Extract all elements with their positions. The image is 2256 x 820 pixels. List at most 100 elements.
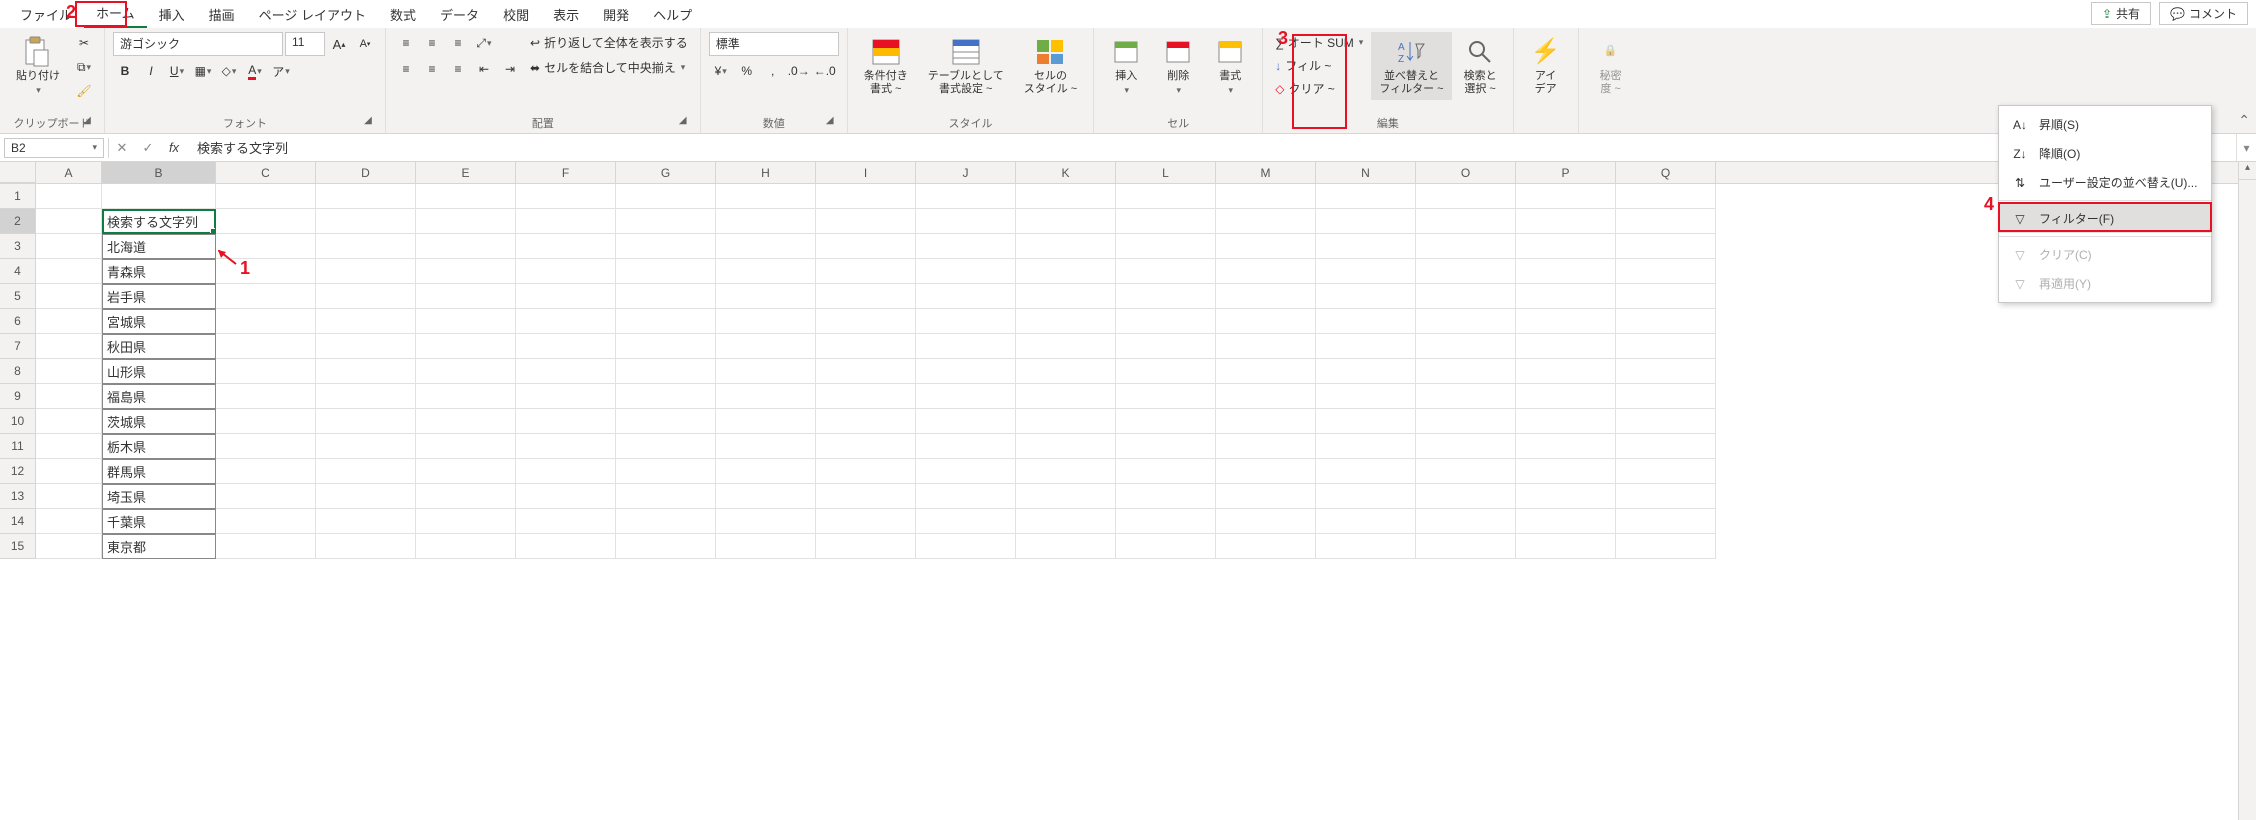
format-as-table-button[interactable]: テーブルとして 書式設定 ~	[920, 32, 1012, 100]
cell[interactable]	[1016, 209, 1116, 234]
cell[interactable]	[1316, 309, 1416, 334]
cell[interactable]	[416, 259, 516, 284]
cell[interactable]	[36, 459, 102, 484]
cell[interactable]: 山形県	[102, 359, 216, 384]
cell[interactable]	[36, 484, 102, 509]
insert-cells-button[interactable]: 挿入▾	[1102, 32, 1150, 100]
cell[interactable]	[1016, 459, 1116, 484]
insert-function-button[interactable]: fx	[161, 136, 187, 160]
cell[interactable]	[1016, 409, 1116, 434]
cell[interactable]	[1616, 259, 1716, 284]
cell[interactable]	[516, 534, 616, 559]
tab-review[interactable]: 校閲	[491, 1, 541, 28]
cell[interactable]	[216, 409, 316, 434]
cell[interactable]	[316, 334, 416, 359]
cell[interactable]	[1616, 484, 1716, 509]
cell[interactable]: 栃木県	[102, 434, 216, 459]
paste-button[interactable]: 貼り付け ▾	[8, 32, 68, 100]
cell[interactable]	[1416, 384, 1516, 409]
column-header[interactable]: E	[416, 162, 516, 183]
number-format-select[interactable]: 標準	[709, 32, 839, 56]
cell[interactable]	[416, 384, 516, 409]
tab-draw[interactable]: 描画	[197, 1, 247, 28]
cell[interactable]	[716, 209, 816, 234]
cell[interactable]	[102, 184, 216, 209]
row-header[interactable]: 4	[0, 259, 36, 284]
cell[interactable]	[816, 209, 916, 234]
cell[interactable]	[816, 309, 916, 334]
ideas-button[interactable]: ⚡ アイ デア	[1522, 32, 1570, 100]
custom-sort-item[interactable]: ⇅ユーザー設定の並べ替え(U)...	[1999, 168, 2211, 197]
vertical-scrollbar[interactable]: ▴	[2238, 162, 2256, 820]
font-name-select[interactable]: 游ゴシック	[113, 32, 283, 56]
cell[interactable]	[516, 434, 616, 459]
cell[interactable]	[816, 459, 916, 484]
tab-developer[interactable]: 開発	[591, 1, 641, 28]
cell[interactable]	[1516, 509, 1616, 534]
cell[interactable]	[916, 209, 1016, 234]
align-bottom-button[interactable]: ≡	[446, 32, 470, 54]
row-header[interactable]: 8	[0, 359, 36, 384]
cell[interactable]	[1516, 459, 1616, 484]
cell[interactable]	[1316, 259, 1416, 284]
cell[interactable]	[1516, 284, 1616, 309]
align-center-button[interactable]: ≡	[420, 58, 444, 80]
cell[interactable]	[316, 284, 416, 309]
cell[interactable]	[36, 284, 102, 309]
cell[interactable]	[1116, 334, 1216, 359]
column-header[interactable]: Q	[1616, 162, 1716, 183]
cell[interactable]	[1516, 534, 1616, 559]
cell[interactable]	[416, 284, 516, 309]
tab-insert[interactable]: 挿入	[147, 1, 197, 28]
cell[interactable]	[616, 509, 716, 534]
cell[interactable]: 埼玉県	[102, 484, 216, 509]
cell[interactable]	[716, 409, 816, 434]
cell[interactable]	[36, 334, 102, 359]
cell[interactable]	[1016, 284, 1116, 309]
cell[interactable]	[1216, 209, 1316, 234]
row-header[interactable]: 13	[0, 484, 36, 509]
cell[interactable]	[1216, 359, 1316, 384]
phonetic-button[interactable]: ア▾	[269, 60, 293, 82]
select-all-corner[interactable]	[0, 162, 36, 183]
cell[interactable]	[1216, 409, 1316, 434]
cell[interactable]	[916, 484, 1016, 509]
align-left-button[interactable]: ≡	[394, 58, 418, 80]
cell[interactable]	[1416, 334, 1516, 359]
cell[interactable]	[1116, 384, 1216, 409]
cell[interactable]	[1416, 209, 1516, 234]
cell[interactable]	[1216, 534, 1316, 559]
column-header[interactable]: O	[1416, 162, 1516, 183]
cell[interactable]	[316, 459, 416, 484]
cell[interactable]	[1016, 534, 1116, 559]
cell[interactable]	[316, 484, 416, 509]
tab-help[interactable]: ヘルプ	[641, 1, 704, 28]
cell[interactable]	[616, 434, 716, 459]
font-size-select[interactable]: 11	[285, 32, 325, 56]
cell[interactable]	[316, 259, 416, 284]
merge-center-button[interactable]: ⬌セルを結合して中央揃え▾	[526, 57, 692, 78]
cell[interactable]	[716, 184, 816, 209]
column-header[interactable]: J	[916, 162, 1016, 183]
cell[interactable]	[36, 234, 102, 259]
cell[interactable]	[516, 259, 616, 284]
cell[interactable]	[316, 359, 416, 384]
cell[interactable]	[716, 484, 816, 509]
cell[interactable]	[1116, 509, 1216, 534]
cell[interactable]	[1516, 309, 1616, 334]
cell[interactable]	[316, 209, 416, 234]
cell[interactable]	[516, 184, 616, 209]
cell[interactable]	[916, 409, 1016, 434]
cell[interactable]: 岩手県	[102, 284, 216, 309]
cell[interactable]	[416, 434, 516, 459]
clear-button[interactable]: ◇クリア ~	[1271, 78, 1367, 99]
cell[interactable]	[1516, 434, 1616, 459]
row-header[interactable]: 10	[0, 409, 36, 434]
row-header[interactable]: 3	[0, 234, 36, 259]
cell[interactable]	[1416, 509, 1516, 534]
percent-button[interactable]: %	[735, 60, 759, 82]
align-top-button[interactable]: ≡	[394, 32, 418, 54]
cell[interactable]	[1216, 334, 1316, 359]
cell[interactable]	[1016, 484, 1116, 509]
fill-button[interactable]: ↓フィル ~	[1271, 55, 1367, 76]
